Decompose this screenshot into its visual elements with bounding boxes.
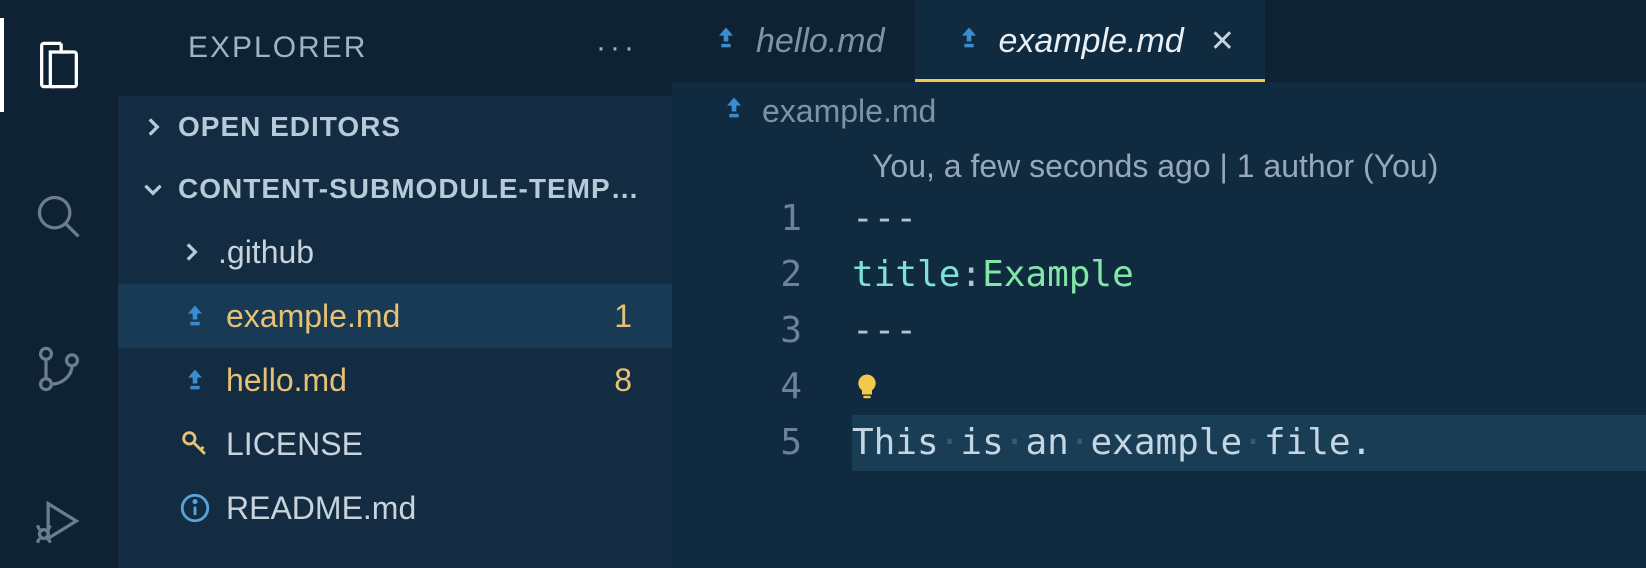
file-label: LICENSE	[226, 426, 672, 463]
workspace-label: CONTENT-SUBMODULE-TEMP…	[178, 173, 640, 205]
info-icon	[178, 491, 212, 525]
chevron-right-icon	[178, 239, 204, 265]
activity-source-control-icon[interactable]	[0, 322, 118, 416]
line-number: 3	[672, 303, 802, 359]
line-number: 4	[672, 359, 802, 415]
file-label: README.md	[226, 490, 672, 527]
code-line[interactable]: ---	[852, 303, 1646, 359]
code-token: example	[1090, 415, 1242, 471]
chevron-right-icon	[140, 114, 166, 140]
code-token: ---	[852, 191, 917, 247]
line-number-gutter: 1 2 3 4 5	[672, 191, 852, 471]
whitespace-dot: ·	[1004, 415, 1026, 471]
sidebar-header: EXPLORER ···	[118, 0, 672, 96]
more-actions-icon[interactable]: ···	[596, 31, 638, 65]
code-token: ---	[852, 303, 917, 359]
chevron-down-icon	[140, 176, 166, 202]
code-token: This	[852, 415, 939, 471]
code-line[interactable]: title: Example	[852, 247, 1646, 303]
activity-search-icon[interactable]	[0, 170, 118, 264]
folder-github[interactable]: .github	[118, 220, 672, 284]
code-token: title	[852, 247, 960, 303]
file-hello-md[interactable]: hello.md 8	[118, 348, 672, 412]
sidebar-title: EXPLORER	[188, 31, 367, 65]
tab-example-md[interactable]: example.md ✕	[915, 0, 1265, 82]
code-token: file.	[1264, 415, 1372, 471]
tab-label: example.md	[999, 22, 1184, 61]
markdown-file-icon	[178, 366, 212, 394]
markdown-file-icon	[712, 22, 740, 61]
tab-label: hello.md	[756, 22, 885, 61]
tab-hello-md[interactable]: hello.md	[672, 0, 915, 82]
code-editor[interactable]: 1 2 3 4 5 ---title: Example---This·is·an…	[672, 191, 1646, 471]
breadcrumb[interactable]: example.md	[672, 82, 1646, 140]
markdown-file-icon	[178, 302, 212, 330]
git-changes-badge: 1	[614, 298, 632, 335]
file-license[interactable]: LICENSE	[118, 412, 672, 476]
markdown-file-icon	[720, 93, 748, 130]
code-line[interactable]: This·is·an·example·file.	[852, 415, 1646, 471]
explorer-sidebar: EXPLORER ··· OPEN EDITORS CONTENT-SUBMOD…	[118, 0, 672, 568]
key-icon	[178, 427, 212, 461]
activity-explorer-icon[interactable]	[0, 18, 118, 112]
file-readme-md[interactable]: README.md	[118, 476, 672, 540]
close-tab-icon[interactable]: ✕	[1210, 24, 1235, 59]
activity-bar	[0, 0, 118, 568]
folder-label: .github	[218, 234, 672, 271]
code-token: :	[960, 247, 982, 303]
code-token: is	[960, 415, 1003, 471]
file-label: example.md	[226, 298, 600, 335]
activity-run-debug-icon[interactable]	[0, 474, 118, 568]
line-number: 5	[672, 415, 802, 471]
code-content[interactable]: ---title: Example---This·is·an·example·f…	[852, 191, 1646, 471]
code-token: an	[1025, 415, 1068, 471]
code-token: Example	[982, 247, 1134, 303]
git-changes-badge: 8	[614, 362, 632, 399]
line-number: 2	[672, 247, 802, 303]
gitlens-annotation[interactable]: You, a few seconds ago | 1 author (You)	[672, 148, 1646, 185]
open-editors-section[interactable]: OPEN EDITORS	[118, 96, 672, 158]
tab-bar: hello.md example.md ✕	[672, 0, 1646, 82]
editor-area: hello.md example.md ✕ example.md You, a …	[672, 0, 1646, 568]
markdown-file-icon	[955, 22, 983, 61]
workspace-section[interactable]: CONTENT-SUBMODULE-TEMP…	[118, 158, 672, 220]
whitespace-dot: ·	[939, 415, 961, 471]
file-label: hello.md	[226, 362, 600, 399]
open-editors-label: OPEN EDITORS	[178, 111, 401, 143]
breadcrumb-file: example.md	[762, 93, 936, 130]
line-number: 1	[672, 191, 802, 247]
whitespace-dot: ·	[1242, 415, 1264, 471]
whitespace-dot: ·	[1069, 415, 1091, 471]
code-line[interactable]	[852, 359, 1646, 415]
file-example-md[interactable]: example.md 1	[118, 284, 672, 348]
lightbulb-icon[interactable]	[852, 372, 882, 402]
code-line[interactable]: ---	[852, 191, 1646, 247]
